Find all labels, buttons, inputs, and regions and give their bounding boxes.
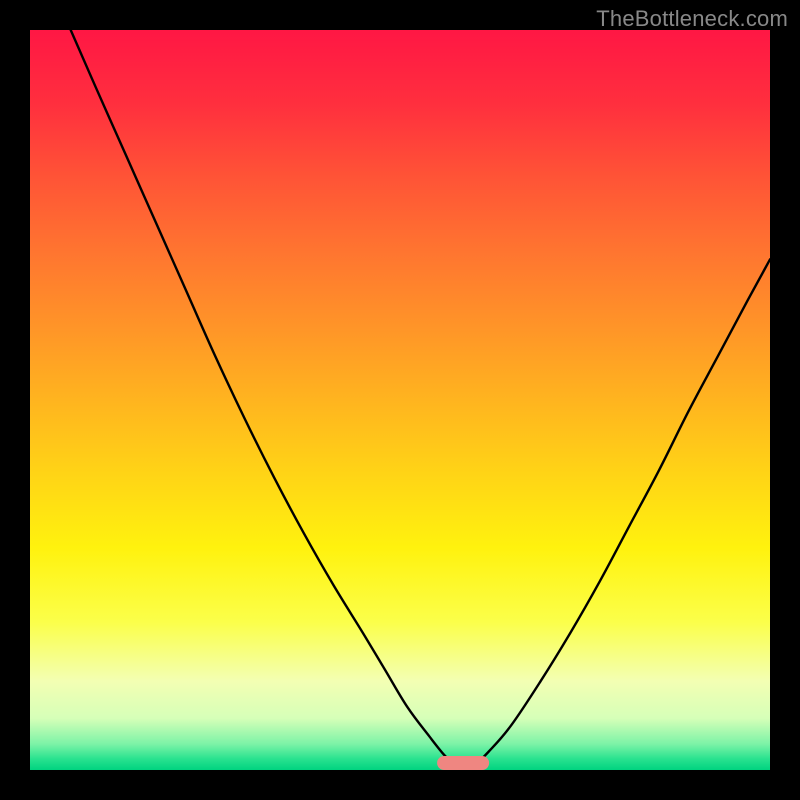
chart-frame: TheBottleneck.com — [0, 0, 800, 800]
plot-area — [30, 30, 770, 770]
minimum-marker — [437, 756, 489, 770]
watermark-text: TheBottleneck.com — [596, 6, 788, 32]
gradient-background — [30, 30, 770, 770]
